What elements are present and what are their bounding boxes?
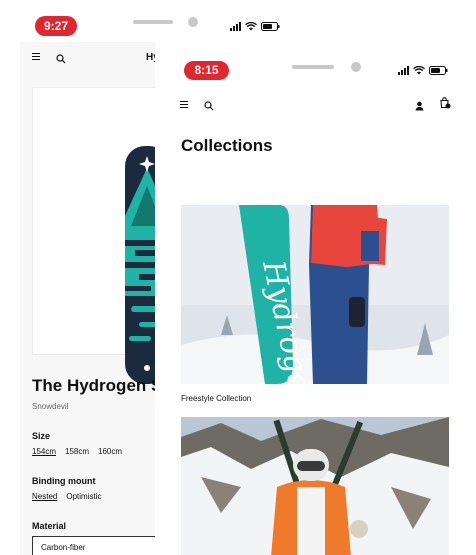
status-icons [230, 22, 280, 31]
collection-name[interactable]: Freestyle Collection [181, 394, 449, 403]
collection-card[interactable]: Hydrogen Freestyle Collection [181, 205, 449, 403]
signal-icon [230, 22, 241, 31]
battery-icon [261, 22, 280, 31]
header-nav [155, 92, 476, 116]
status-time: 9:27 [35, 16, 77, 36]
status-time: 8:15 [184, 61, 229, 80]
binding-option-optimistic[interactable]: Optimistic [66, 492, 101, 501]
binding-option-nested[interactable]: Nested [32, 492, 57, 501]
binding-options: Nested Optimistic [32, 492, 101, 501]
account-icon[interactable] [415, 98, 424, 116]
product-image[interactable] [32, 87, 160, 384]
product-title: The Hydrogen S [32, 376, 160, 395]
collection-image-backcountry[interactable] [181, 417, 449, 555]
wifi-icon [413, 66, 425, 75]
battery-icon [429, 66, 448, 75]
menu-icon[interactable] [180, 101, 188, 109]
product-page: Hyd The Hydrogen S Snowdevil Size [20, 42, 160, 555]
front-phone-screen: 8:15 Collections Hydrogen Freestyle Coll… [155, 42, 476, 555]
notch-camera [351, 62, 361, 72]
size-option-154[interactable]: 154cm [32, 447, 56, 456]
notch-speaker [292, 65, 334, 69]
size-option-160[interactable]: 160cm [98, 447, 122, 456]
collection-card[interactable] [181, 417, 449, 555]
binding-mount-label: Binding mount [32, 476, 96, 486]
collection-image-freestyle[interactable]: Hydrogen [181, 205, 449, 384]
wifi-icon [245, 22, 257, 31]
menu-icon[interactable] [32, 53, 40, 61]
material-label: Material [32, 521, 67, 531]
size-option-158[interactable]: 158cm [65, 447, 89, 456]
size-options: 154cm 158cm 160cm [32, 447, 122, 456]
search-icon[interactable] [56, 51, 66, 69]
back-status-bar: 9:27 [0, 0, 476, 42]
material-select[interactable]: Carbon-fiber [32, 536, 160, 555]
notch-camera [188, 17, 198, 27]
status-icons [398, 66, 448, 75]
front-status-bar: 8:15 [155, 56, 476, 86]
product-vendor: Snowdevil [32, 402, 69, 411]
notch-speaker [133, 20, 173, 24]
search-icon[interactable] [204, 98, 214, 116]
page-title: Collections [181, 136, 273, 155]
size-label: Size [32, 431, 51, 441]
signal-icon [398, 66, 409, 75]
cart-icon[interactable] [440, 96, 451, 114]
back-header-nav: Hyd [20, 42, 160, 74]
